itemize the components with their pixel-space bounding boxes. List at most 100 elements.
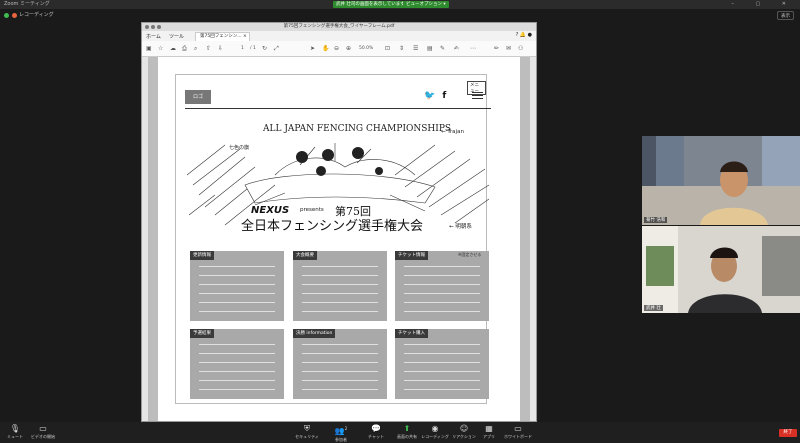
- share-screen-icon: ⬆: [403, 424, 411, 433]
- view-button[interactable]: 表示: [777, 11, 794, 20]
- help-icon[interactable]: ? 🔔 ●: [516, 32, 532, 38]
- hero-nexus-logo: NEXUS: [251, 205, 289, 216]
- chat-icon: 💬: [371, 424, 381, 433]
- zoom-control-bar: 🎙 ミュート ▭ ビデオの開始 ⛨ セキュリティ 👥2 参加者 💬 チャット ⬆…: [0, 422, 800, 443]
- sign-icon[interactable]: ✍: [454, 45, 459, 52]
- section-label: 更新情報: [190, 251, 214, 260]
- participant-name: 菊竹 浩和: [644, 217, 668, 223]
- page-total: / 1: [250, 46, 256, 51]
- security-button[interactable]: ⛨ セキュリティ: [292, 424, 322, 440]
- section-label: 大会概要: [293, 251, 317, 260]
- ticket-fixed-note: ※固定させる: [458, 252, 482, 257]
- social-icons: 🐦 f: [424, 91, 446, 101]
- pdf-window-title: 第75回フェンシング選手権大会_ワイヤーフレーム.pdf: [283, 24, 395, 29]
- pdf-toolbar: ▣ ☆ ☁ ⎙ ⌕ ⇧ ⇩ 1 / 1 ↻ ⤢ ➤ ✋ ⊖ ⊕ 50.0% ⊡ …: [142, 41, 536, 57]
- section-ticket-info: チケット情報: [395, 251, 489, 321]
- share-screen-button[interactable]: ⬆ 画面の共有: [392, 424, 422, 440]
- hero-dai75: 第75回: [335, 204, 371, 218]
- wireframe-frame: ロゴ 🐦 f メニュー: [175, 74, 491, 404]
- hero-trajan-note: ← Trajan: [441, 129, 464, 135]
- section-label: チケット情報: [395, 251, 428, 260]
- section-qualifiers: 予選結果: [190, 329, 284, 399]
- recording-label: レコーディング: [19, 12, 54, 18]
- apps-icon: ▦: [485, 424, 493, 433]
- pdf-page: ロゴ 🐦 f メニュー: [158, 57, 520, 421]
- view-options-button[interactable]: ビューオプション ▾: [403, 1, 449, 8]
- participant-name: 武井 壮: [644, 305, 663, 311]
- end-meeting-button[interactable]: 終了: [779, 429, 797, 437]
- fit-icon[interactable]: ⤢: [274, 45, 279, 53]
- fit-page-icon[interactable]: ⊡: [385, 45, 390, 52]
- zoom-level[interactable]: 50.0%: [359, 46, 373, 51]
- recording-icon: [12, 13, 17, 18]
- edit-icon[interactable]: ✏: [494, 45, 499, 52]
- search-icon[interactable]: ⌕: [194, 45, 197, 53]
- comment-icon[interactable]: ☰: [413, 45, 418, 52]
- hero-title-text: ALL JAPAN FENCING CHAMPIONSHIPS: [262, 124, 451, 134]
- participants-icon: 👥2: [334, 426, 348, 436]
- whiteboard-icon: ▭: [514, 424, 522, 433]
- recording-bar: レコーディング 表示: [0, 9, 800, 22]
- hero-presents: presents: [300, 207, 324, 213]
- apps-button[interactable]: ▦ アプリ: [474, 424, 504, 440]
- pen-icon[interactable]: ✎: [440, 45, 445, 52]
- section-overview: 大会概要: [293, 251, 387, 321]
- hero-flag-note: 七色の旗: [229, 144, 249, 151]
- hero-mincho-note: ← 明朝系: [449, 222, 472, 230]
- more-icon[interactable]: ⋯: [470, 45, 476, 52]
- header-divider: [185, 108, 491, 109]
- hand-icon[interactable]: ✋: [322, 45, 329, 52]
- section-label: チケット購入: [395, 329, 428, 338]
- video-camera-icon: ▭: [39, 424, 47, 433]
- logo-placeholder: ロゴ: [185, 90, 211, 104]
- upload-icon[interactable]: ☁: [170, 45, 176, 52]
- participant-video-1[interactable]: 菊竹 浩和: [642, 136, 800, 225]
- mail-icon[interactable]: ✉: [506, 45, 511, 52]
- rotate-icon[interactable]: ↻: [262, 45, 267, 52]
- pdf-title-bar: 第75回フェンシング選手権大会_ワイヤーフレーム.pdf: [142, 23, 536, 31]
- twitter-icon: 🐦: [424, 91, 436, 101]
- window-controls[interactable]: – ▢ ✕: [731, 0, 796, 9]
- pdf-document-tab[interactable]: 第75回フェンシン... ×: [195, 32, 250, 41]
- participant-1-image: [642, 136, 800, 225]
- zoom-out-icon[interactable]: ⊖: [334, 45, 339, 52]
- save-icon[interactable]: ▣: [146, 45, 152, 52]
- record-button[interactable]: ◉ レコーディング: [420, 424, 450, 440]
- share-icon[interactable]: ⚇: [518, 45, 523, 52]
- print-icon[interactable]: ⎙: [182, 45, 187, 53]
- page-number-input[interactable]: 1: [241, 46, 244, 51]
- highlight-icon[interactable]: ▤: [427, 45, 433, 52]
- menu-home[interactable]: ホーム: [146, 33, 161, 40]
- pdf-viewer-window: 第75回フェンシング選手権大会_ワイヤーフレーム.pdf ホーム ツール 第75…: [141, 22, 537, 422]
- shield-icon[interactable]: [4, 13, 9, 18]
- star-icon[interactable]: ☆: [158, 45, 163, 52]
- select-cursor-icon[interactable]: ➤: [310, 45, 315, 52]
- microphone-icon: 🎙: [9, 424, 21, 433]
- zoom-title-bar: Zoom ミーティング 武井 壮司の画面を表示しています ビューオプション ▾ …: [0, 0, 800, 9]
- participant-2-image: [642, 226, 800, 313]
- app-title: Zoom ミーティング: [4, 1, 50, 7]
- zoom-in-icon[interactable]: ⊕: [346, 45, 351, 52]
- shield-icon: ⛨: [304, 424, 310, 433]
- up-icon[interactable]: ⇧: [206, 45, 211, 52]
- scroll-icon[interactable]: ⇕: [399, 45, 404, 52]
- mute-button[interactable]: 🎙 ミュート: [0, 424, 30, 440]
- pdf-menu-bar: ホーム ツール 第75回フェンシン... × ? 🔔 ●: [142, 31, 536, 41]
- start-video-button[interactable]: ▭ ビデオの開始: [28, 424, 58, 440]
- participant-video-2[interactable]: 武井 壮: [642, 226, 800, 313]
- participants-button[interactable]: 👥2 参加者: [326, 424, 356, 443]
- down-icon[interactable]: ⇩: [218, 45, 223, 52]
- hero-sketch: ALL JAPAN FENCING CHAMPIONSHIPS ← Trajan…: [186, 124, 490, 234]
- facebook-icon: f: [442, 91, 447, 101]
- section-updates: 更新情報: [190, 251, 284, 321]
- section-label: 決勝 information: [293, 329, 336, 338]
- menu-tools[interactable]: ツール: [169, 33, 184, 40]
- pdf-document-area[interactable]: ロゴ 🐦 f メニュー: [142, 57, 536, 421]
- section-finals: 決勝 information: [293, 329, 387, 399]
- hamburger-menu-icon: [472, 92, 483, 101]
- section-label: 予選結果: [190, 329, 214, 338]
- chat-button[interactable]: 💬 チャット: [361, 424, 391, 440]
- sharing-banner: 武井 壮司の画面を表示しています: [333, 1, 408, 8]
- pdf-scrollbar[interactable]: [530, 57, 536, 421]
- whiteboard-button[interactable]: ▭ ホワイトボード: [503, 424, 533, 440]
